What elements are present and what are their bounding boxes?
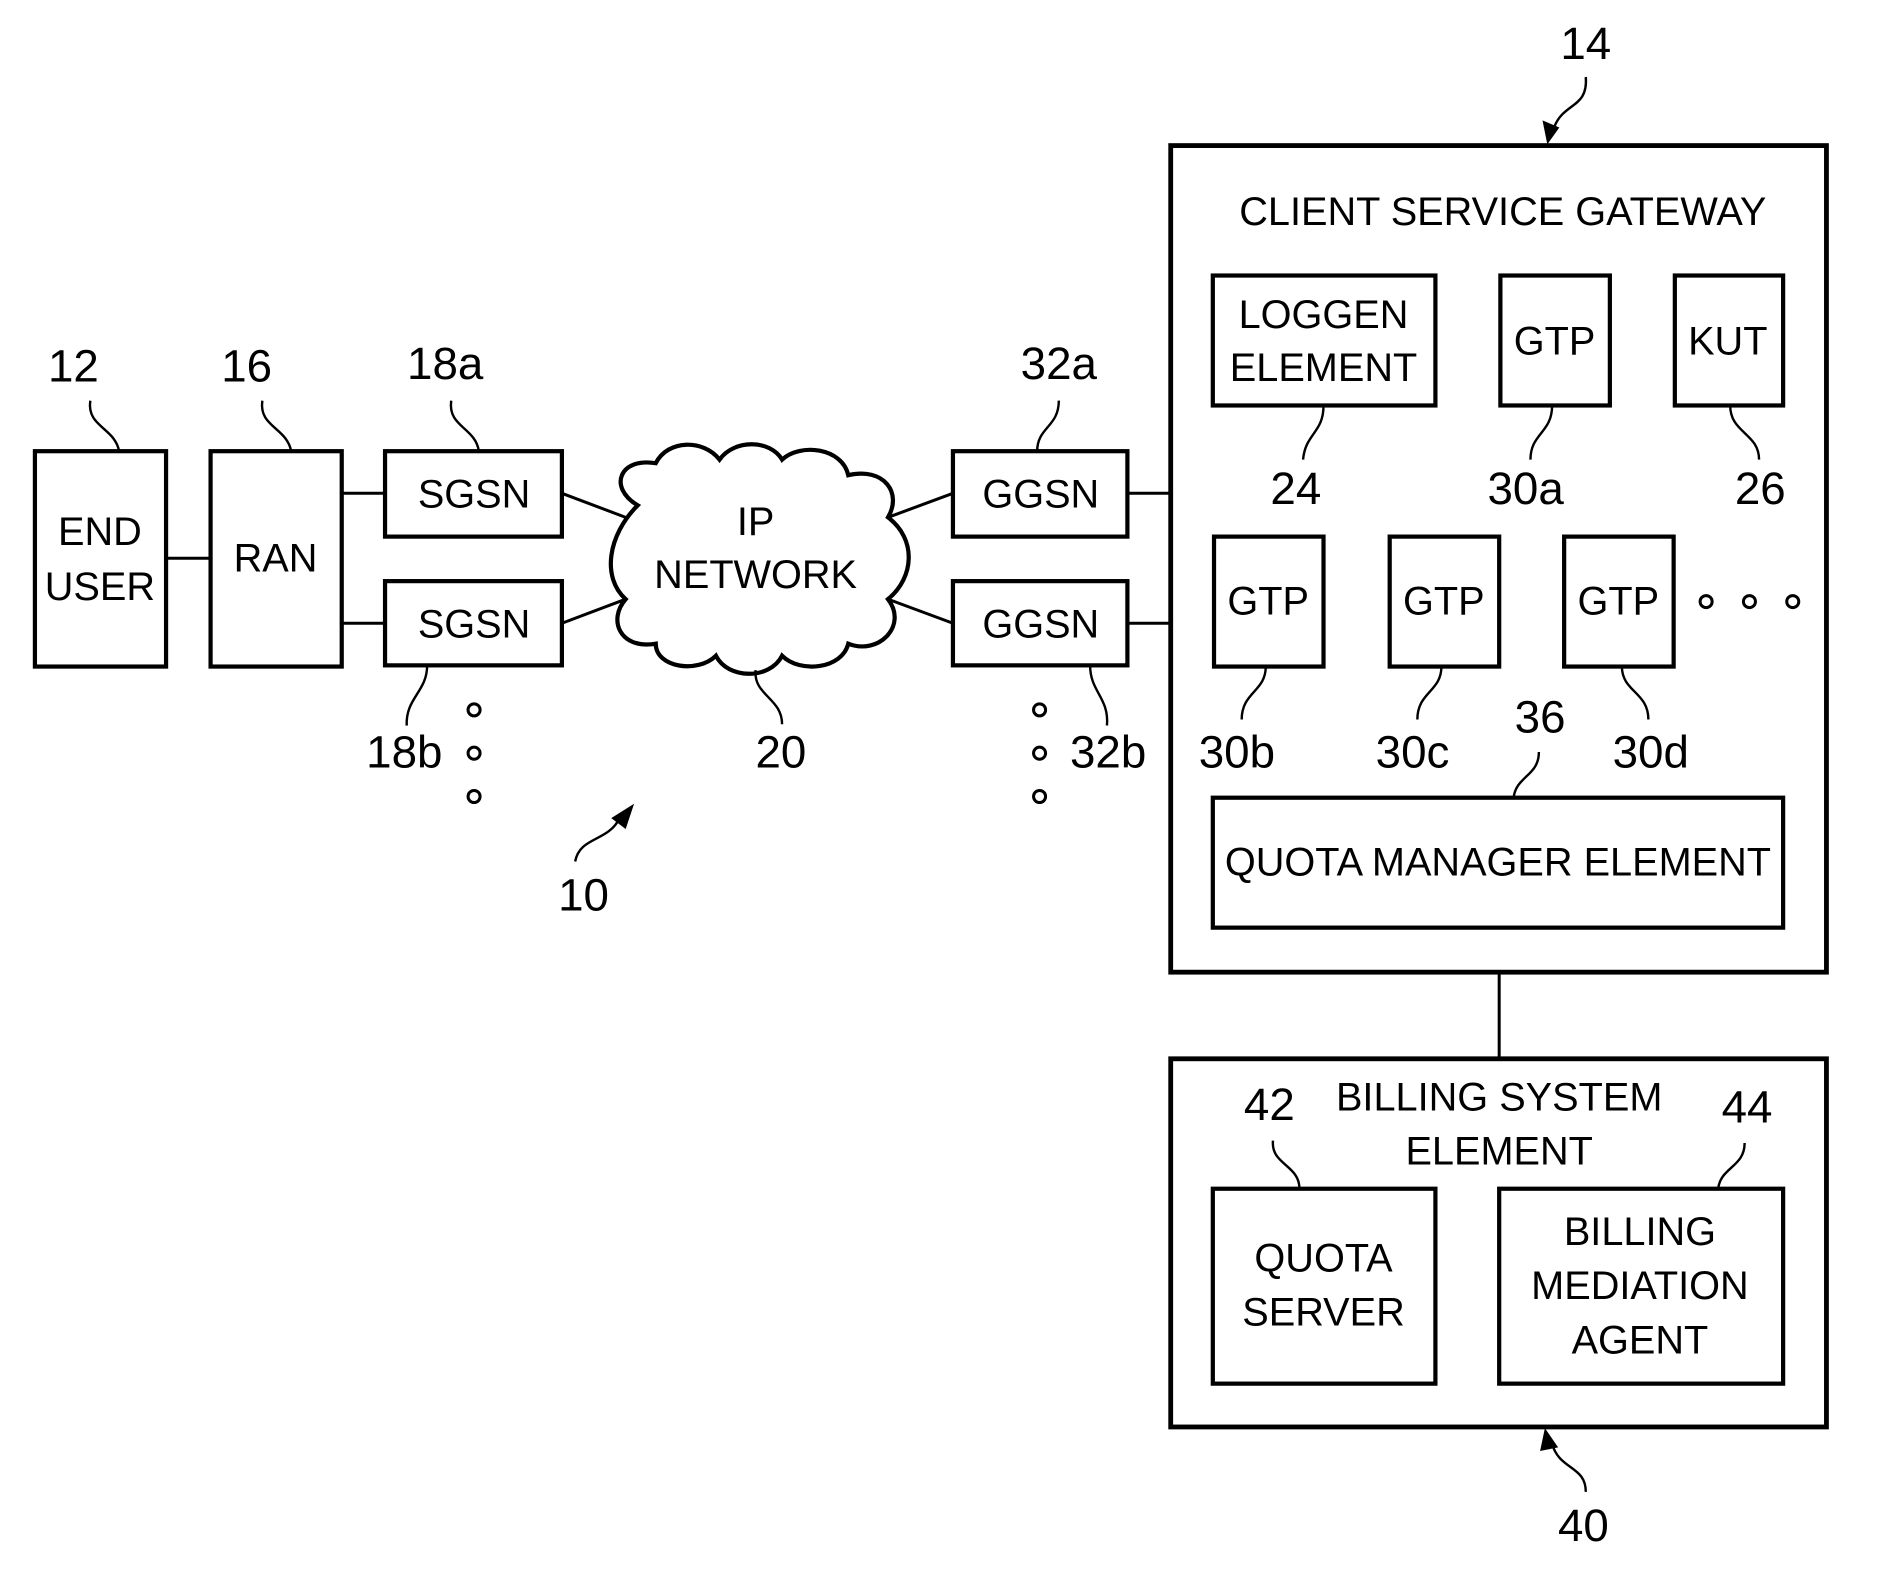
leader-18b bbox=[405, 665, 429, 726]
system-ref: 10 bbox=[558, 803, 635, 921]
billing-mediation-ref: 44 bbox=[1722, 1081, 1773, 1132]
arrow-icon bbox=[1540, 1428, 1559, 1452]
link-cloud-ggsn-b bbox=[887, 597, 954, 625]
ellipsis-dot bbox=[466, 702, 482, 718]
ip-network-label-2: NETWORK bbox=[654, 553, 857, 597]
link-sgsn-a-cloud bbox=[561, 491, 627, 519]
leader-32a bbox=[1035, 400, 1061, 452]
gtp-d-label: GTP bbox=[1577, 580, 1659, 624]
billing-mediation-label-3: AGENT bbox=[1572, 1318, 1709, 1362]
gtp-b-label: GTP bbox=[1227, 580, 1309, 624]
ip-network-cloud: IP NETWORK 20 bbox=[608, 442, 911, 777]
network-diagram: END USER 12 RAN 16 SGSN 18a SGSN 18b IP … bbox=[32, 18, 1829, 1551]
leader-32b bbox=[1088, 665, 1109, 726]
quota-manager-ref: 36 bbox=[1515, 692, 1566, 743]
ellipsis-dot bbox=[1032, 702, 1048, 718]
loggen-label-2: ELEMENT bbox=[1230, 346, 1417, 390]
kut-ref: 26 bbox=[1735, 463, 1786, 514]
end-user-node: END USER 12 bbox=[32, 340, 169, 669]
gtp-c-label: GTP bbox=[1403, 580, 1485, 624]
leader-16 bbox=[260, 400, 293, 452]
ran-ref: 16 bbox=[221, 340, 272, 391]
leader-14 bbox=[1553, 76, 1588, 127]
billing-system-element: BILLING SYSTEM ELEMENT 40 QUOTA SERVER 4… bbox=[1168, 1056, 1829, 1551]
billing-mediation-label-1: BILLING bbox=[1564, 1210, 1716, 1254]
ggsn-b-label: GGSN bbox=[982, 602, 1099, 646]
end-user-ref: 12 bbox=[48, 340, 99, 391]
ran-label: RAN bbox=[234, 536, 318, 580]
ellipsis-dot bbox=[1032, 788, 1048, 805]
gtp-c-ref: 30c bbox=[1376, 726, 1450, 777]
ip-network-label-1: IP bbox=[737, 500, 775, 544]
sgsn-b-ref: 18b bbox=[366, 726, 442, 777]
billing-title-1: BILLING SYSTEM bbox=[1336, 1075, 1662, 1119]
end-user-label-2: USER bbox=[45, 565, 155, 609]
loggen-label-1: LOGGEN bbox=[1239, 293, 1409, 337]
gtp-b-ref: 30b bbox=[1199, 726, 1275, 777]
sgsn-b-node: SGSN 18b bbox=[366, 579, 565, 805]
client-service-gateway: CLIENT SERVICE GATEWAY 14 LOGGEN ELEMENT… bbox=[1168, 18, 1829, 975]
ellipsis-dot bbox=[1698, 594, 1714, 610]
sgsn-a-ref: 18a bbox=[407, 338, 484, 389]
quota-server-ref: 42 bbox=[1244, 1079, 1295, 1130]
sgsn-b-label: SGSN bbox=[418, 602, 530, 646]
ellipsis-dot bbox=[1741, 594, 1757, 610]
billing-mediation-label-2: MEDIATION bbox=[1531, 1264, 1749, 1308]
leader-20 bbox=[754, 670, 784, 725]
gtp-a-label: GTP bbox=[1514, 320, 1596, 364]
billing-ref: 40 bbox=[1558, 1500, 1609, 1551]
leader-18a bbox=[449, 400, 481, 452]
kut-label: KUT bbox=[1688, 320, 1767, 364]
gtp-a-ref: 30a bbox=[1488, 463, 1565, 514]
ellipsis-dot bbox=[1785, 594, 1801, 610]
sgsn-a-label: SGSN bbox=[418, 473, 530, 517]
ran-node: RAN 16 bbox=[208, 340, 344, 669]
ggsn-a-node: GGSN 32a bbox=[950, 338, 1130, 539]
sgsn-a-node: SGSN 18a bbox=[382, 338, 565, 539]
quota-server-label-2: SERVER bbox=[1242, 1291, 1405, 1335]
ggsn-b-ref: 32b bbox=[1070, 726, 1146, 777]
gtp-d-ref: 30d bbox=[1613, 726, 1689, 777]
leader-10 bbox=[573, 817, 621, 862]
ellipsis-dot bbox=[466, 745, 482, 761]
quota-manager-label: QUOTA MANAGER ELEMENT bbox=[1225, 841, 1771, 885]
ggsn-b-node: GGSN 32b bbox=[950, 579, 1146, 805]
leader-12 bbox=[88, 400, 121, 452]
loggen-ref: 24 bbox=[1270, 463, 1321, 514]
leader-40 bbox=[1550, 1443, 1588, 1492]
ip-network-ref: 20 bbox=[755, 726, 806, 777]
end-user-label-1: END bbox=[58, 510, 142, 554]
ggsn-a-label: GGSN bbox=[982, 473, 1099, 517]
system-ref-label: 10 bbox=[558, 870, 609, 921]
quota-server-label-1: QUOTA bbox=[1254, 1237, 1393, 1281]
billing-title-2: ELEMENT bbox=[1405, 1129, 1592, 1173]
ellipsis-dot bbox=[1032, 745, 1048, 761]
gateway-title: CLIENT SERVICE GATEWAY bbox=[1239, 190, 1766, 234]
ellipsis-dot bbox=[466, 788, 482, 805]
ggsn-a-ref: 32a bbox=[1021, 338, 1098, 389]
link-cloud-ggsn-a bbox=[887, 491, 954, 519]
gateway-ref: 14 bbox=[1560, 18, 1611, 69]
